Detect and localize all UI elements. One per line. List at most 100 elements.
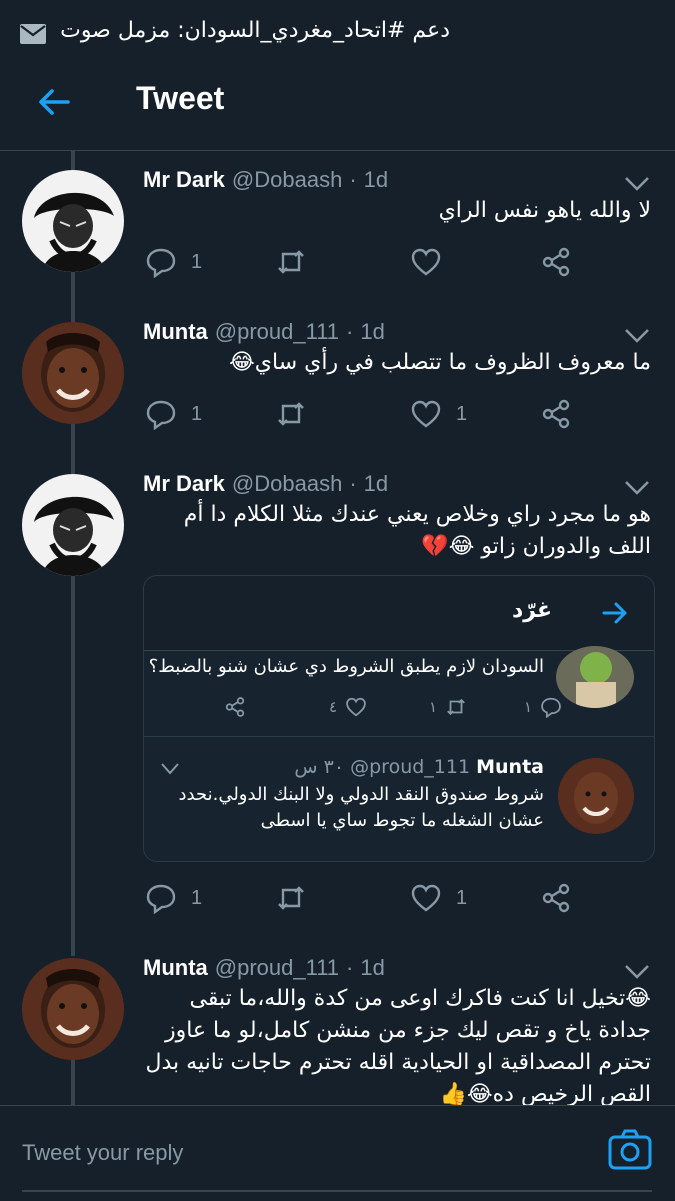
display-name[interactable]: Mr Dark bbox=[143, 167, 225, 192]
like-count: 1 bbox=[456, 402, 468, 425]
embedded-actions: ٤ ١ ١ bbox=[224, 696, 561, 722]
separator-dot: · bbox=[349, 471, 357, 496]
like-count: 1 bbox=[456, 886, 468, 909]
handle[interactable]: @proud_111 bbox=[215, 955, 339, 980]
heart-icon bbox=[346, 697, 366, 717]
timestamp: 1d bbox=[363, 167, 389, 192]
retweet-action[interactable] bbox=[275, 878, 321, 918]
handle[interactable]: @Dobaash bbox=[232, 471, 342, 496]
reply-underline bbox=[22, 1190, 652, 1192]
reply-action[interactable]: 1 bbox=[145, 878, 202, 918]
timestamp: 1d bbox=[360, 955, 385, 980]
avatar[interactable] bbox=[22, 474, 124, 576]
separator-dot: · bbox=[346, 955, 354, 980]
tweet-text: لا والله ياهو نفس الراي bbox=[438, 198, 651, 223]
like-count: ٤ bbox=[329, 698, 338, 716]
retweet-action: ١ bbox=[429, 696, 467, 718]
header: Tweet bbox=[0, 60, 675, 151]
retweet-action[interactable] bbox=[275, 394, 321, 434]
retweet-icon bbox=[278, 886, 304, 910]
reply-bar: Tweet your reply bbox=[0, 1105, 675, 1201]
share-icon bbox=[542, 399, 570, 429]
tweet-text: ما معروف الظروف ما تتصلب في رأي ساي😂 bbox=[229, 350, 651, 375]
timestamp: ٣٠ س bbox=[294, 756, 345, 778]
reply-icon bbox=[146, 248, 176, 278]
timestamp: 1d bbox=[363, 471, 389, 496]
back-arrow-icon[interactable] bbox=[34, 82, 74, 122]
reply-icon bbox=[146, 400, 176, 430]
chevron-down-icon[interactable] bbox=[624, 963, 650, 981]
reply-action[interactable]: 1 bbox=[145, 394, 202, 434]
reply-icon bbox=[541, 697, 561, 718]
display-name[interactable]: Mr Dark bbox=[143, 471, 225, 496]
reply-icon bbox=[146, 884, 176, 914]
heart-icon bbox=[411, 884, 441, 912]
tweet-meta: Mr Dark @Dobaash · 1d bbox=[143, 471, 388, 497]
like-action: ٤ bbox=[329, 696, 367, 718]
notification-text: دعم #اتحاد_مغردي_السودان: مزمل صوت bbox=[60, 18, 450, 43]
embedded-title: غرّد bbox=[511, 598, 552, 623]
display-name[interactable]: Munta bbox=[143, 319, 208, 344]
thread-line bbox=[71, 1058, 75, 1108]
retweet-icon bbox=[278, 250, 304, 274]
tweet-actions: 1 bbox=[140, 242, 580, 282]
chevron-down-icon[interactable] bbox=[624, 479, 650, 497]
chevron-down-icon[interactable] bbox=[624, 175, 650, 193]
embedded-reply-text: السودان لازم يطبق الشروط دي عشان شنو بال… bbox=[148, 656, 544, 677]
retweet-action[interactable] bbox=[275, 242, 321, 282]
chevron-down-icon bbox=[161, 763, 179, 775]
thread-line bbox=[71, 272, 75, 322]
like-action[interactable]: 1 bbox=[410, 878, 467, 918]
camera-icon[interactable] bbox=[608, 1128, 652, 1172]
share-action bbox=[224, 696, 246, 718]
tweet-meta: Munta @proud_111 · 1d bbox=[143, 319, 385, 345]
separator-dot: · bbox=[346, 319, 354, 344]
forward-arrow-icon bbox=[602, 602, 627, 624]
retweet-icon bbox=[278, 402, 304, 426]
tweet-text: هو ما مجرد راي وخلاص يعني عندك مثلا الكل… bbox=[183, 502, 651, 559]
separator-dot: · bbox=[349, 167, 357, 192]
heart-icon bbox=[411, 248, 441, 276]
tweet-actions: 1 1 bbox=[140, 394, 580, 434]
handle[interactable]: @proud_111 bbox=[215, 319, 339, 344]
embedded-reply-text: شروط صندوق النقد الدولي ولا البنك الدولي… bbox=[178, 784, 545, 831]
timestamp: 1d bbox=[360, 319, 385, 344]
tweet-text: 😂تخيل انا كنت فاكرك اوعى من كدة والله،ما… bbox=[145, 986, 651, 1107]
avatar[interactable] bbox=[22, 958, 124, 1060]
avatar[interactable] bbox=[22, 322, 124, 424]
mail-icon bbox=[20, 24, 46, 44]
like-action[interactable]: 1 bbox=[410, 394, 467, 434]
tweet-meta: Munta @proud_111 · 1d bbox=[143, 955, 385, 981]
display-name: Munta bbox=[476, 756, 544, 778]
reply-action[interactable]: 1 bbox=[145, 242, 202, 282]
reply-count: 1 bbox=[191, 402, 203, 425]
reply-count: ١ bbox=[524, 698, 533, 716]
like-action[interactable] bbox=[410, 242, 456, 282]
avatar bbox=[558, 758, 634, 834]
share-icon bbox=[225, 697, 245, 717]
thread-line bbox=[71, 150, 75, 172]
chevron-down-icon[interactable] bbox=[624, 327, 650, 345]
embedded-meta: ٣٠ س @proud_111 Munta bbox=[294, 756, 544, 778]
retweet-count: ١ bbox=[429, 698, 438, 716]
divider bbox=[144, 736, 654, 737]
avatar bbox=[556, 646, 634, 708]
share-action[interactable] bbox=[540, 394, 572, 434]
retweet-icon bbox=[447, 698, 465, 716]
reply-count: 1 bbox=[191, 886, 203, 909]
tweet-actions: 1 1 bbox=[140, 878, 580, 918]
display-name[interactable]: Munta bbox=[143, 955, 208, 980]
handle: @proud_111 bbox=[350, 756, 471, 778]
notification-bar: دعم #اتحاد_مغردي_السودان: مزمل صوت bbox=[0, 0, 675, 60]
share-action[interactable] bbox=[540, 878, 572, 918]
share-action[interactable] bbox=[540, 242, 572, 282]
page-title: Tweet bbox=[136, 80, 225, 116]
avatar[interactable] bbox=[22, 170, 124, 272]
embedded-header: غرّد bbox=[144, 576, 654, 651]
handle[interactable]: @Dobaash bbox=[232, 167, 342, 192]
reply-count: 1 bbox=[191, 250, 203, 273]
thread-line bbox=[71, 424, 75, 474]
embedded-image[interactable]: غرّد السودان لازم يطبق الشروط دي عشان شن… bbox=[143, 575, 655, 862]
reply-input[interactable]: Tweet your reply bbox=[22, 1140, 183, 1166]
tweet-meta: Mr Dark @Dobaash · 1d bbox=[143, 167, 388, 193]
